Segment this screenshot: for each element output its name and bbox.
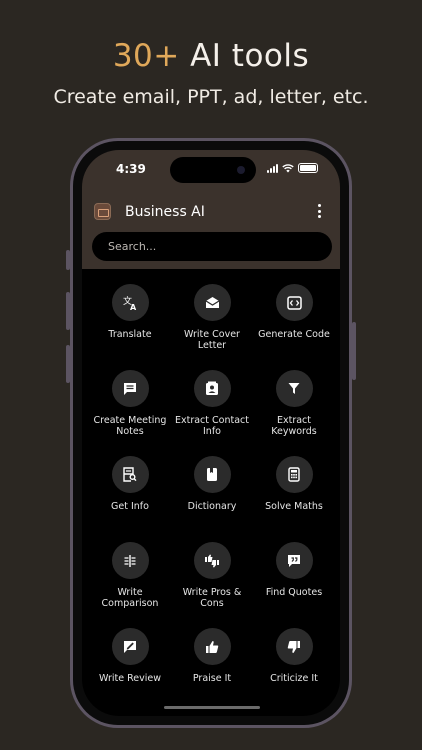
promo-title: AI tools [179, 38, 310, 74]
tool-label: Get Info [111, 501, 149, 512]
tool-find-quotes[interactable]: Find Quotes [253, 542, 335, 598]
tool-write-comparison[interactable]: Write Comparison [89, 542, 171, 609]
tool-extract-contact-info[interactable]: Extract Contact Info [171, 370, 253, 437]
signal-icon [267, 163, 278, 173]
more-menu-icon[interactable] [312, 202, 326, 220]
battery-icon [298, 163, 318, 173]
document-search-icon [111, 456, 149, 493]
tool-label: Write Cover Letter [184, 329, 240, 351]
tool-criticize-it[interactable]: Criticize It [253, 628, 335, 684]
tool-write-review[interactable]: Write Review [89, 628, 171, 684]
code-icon [275, 284, 313, 321]
phone-power-button [352, 322, 356, 380]
contact-card-icon [193, 370, 231, 407]
translate-icon: 文A [111, 284, 149, 321]
camera-icon [237, 166, 245, 174]
compare-icon [111, 542, 149, 579]
tool-label: Dictionary [187, 501, 237, 512]
app-logo-icon [94, 203, 111, 220]
tool-label: Find Quotes [265, 587, 323, 598]
tool-praise-it[interactable]: Praise It [171, 628, 253, 684]
tool-label: Generate Code [258, 329, 330, 340]
envelope-icon [193, 284, 231, 321]
phone-bezel: 4:39 Business AI Search... 文 A Translate… [73, 141, 349, 725]
thumbs-up-icon [193, 628, 231, 665]
tool-generate-code[interactable]: Generate Code [253, 284, 335, 340]
status-icons [267, 163, 318, 173]
tool-solve-maths[interactable]: Solve Maths [253, 456, 335, 512]
promo-subtitle: Create email, PPT, ad, letter, etc. [53, 86, 369, 108]
book-icon [193, 456, 231, 493]
notes-icon [111, 370, 149, 407]
review-icon [111, 628, 149, 665]
wifi-icon [282, 163, 294, 172]
tool-label: Write Comparison [101, 587, 159, 609]
tool-label: Extract Keywords [271, 415, 317, 437]
thumbs-down-icon [275, 628, 313, 665]
phone-frame: 4:39 Business AI Search... 文 A Translate… [70, 138, 352, 728]
app-header: 4:39 Business AI Search... [82, 150, 340, 269]
tool-label: Translate [108, 329, 152, 340]
phone-screen: 4:39 Business AI Search... 文 A Translate… [82, 150, 340, 716]
dynamic-island [170, 157, 256, 183]
tool-label: Solve Maths [265, 501, 323, 512]
search-input[interactable]: Search... [92, 232, 332, 261]
tool-label: Create Meeting Notes [93, 415, 167, 437]
tool-label: Criticize It [270, 673, 318, 684]
tool-label: Extract Contact Info [174, 415, 249, 437]
tool-label: Praise It [192, 673, 232, 684]
tool-write-pros-cons[interactable]: Write Pros & Cons [171, 542, 253, 609]
tool-label: Write Review [99, 673, 161, 684]
app-title: Business AI [125, 204, 205, 220]
calculator-icon [275, 456, 313, 493]
tool-translate[interactable]: 文A Translate [89, 284, 171, 340]
filter-icon [275, 370, 313, 407]
tool-dictionary[interactable]: Dictionary [171, 456, 253, 512]
tool-label: Write Pros & Cons [182, 587, 242, 609]
tool-write-cover-letter[interactable]: Write Cover Letter [171, 284, 253, 351]
tool-create-meeting-notes[interactable]: Create Meeting Notes [89, 370, 171, 437]
quote-icon [275, 542, 313, 579]
tool-get-info[interactable]: Get Info [89, 456, 171, 512]
status-time: 4:39 [116, 162, 146, 176]
thumbs-up-down-icon [193, 542, 231, 579]
tool-extract-keywords[interactable]: Extract Keywords [253, 370, 335, 437]
promo-page: 30+ AI tools Create email, PPT, ad, lett… [0, 0, 422, 750]
promo-headline: 30+ AI tools [0, 38, 422, 74]
home-indicator[interactable] [164, 706, 260, 709]
promo-accent: 30+ [112, 38, 180, 74]
svg-text:A: A [130, 303, 137, 311]
